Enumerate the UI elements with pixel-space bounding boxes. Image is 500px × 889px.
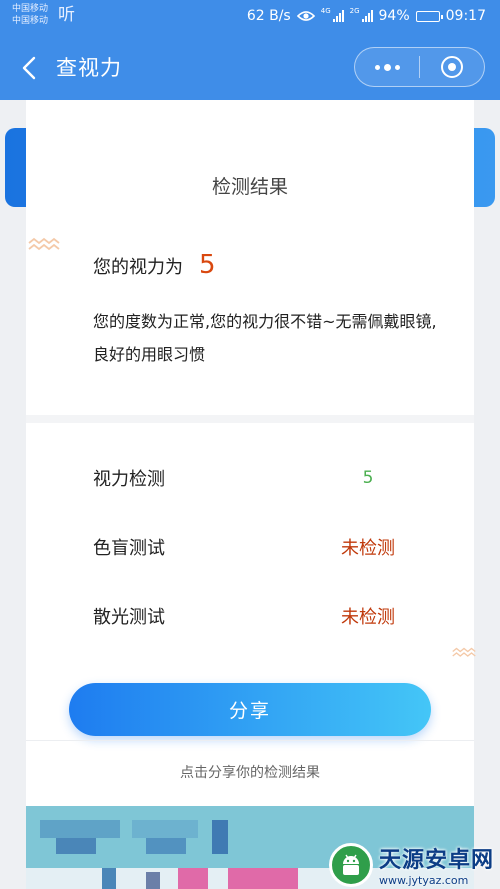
share-hint: 点击分享你的检测结果 xyxy=(180,765,320,781)
miniprogram-capsule xyxy=(354,47,485,87)
watermark-name: 天源安卓网 xyxy=(378,848,494,873)
vision-value: 5 xyxy=(199,250,216,280)
carrier-info: 中国移动 中国移动 听 xyxy=(12,3,75,27)
zigzag-icon xyxy=(28,237,60,251)
status-right: 62 B/s 4G 2G 94% 09:17 xyxy=(246,7,486,25)
signal-icon xyxy=(332,10,344,22)
description-line-2: 良好的用眼习惯 xyxy=(93,345,206,364)
result-card: 检测结果 您的视力为 5 您的度数为正常,您的视力很不错~无需佩戴眼镜, 良好的… xyxy=(26,150,474,415)
more-button[interactable] xyxy=(355,48,419,86)
test-value: 5 xyxy=(362,468,374,488)
ad-blur-block xyxy=(146,872,160,889)
ad-blur-block xyxy=(212,820,228,854)
zigzag-icon xyxy=(452,647,476,657)
battery-icon xyxy=(415,10,443,22)
network-type-1: 4G xyxy=(320,7,331,15)
test-status: 未检测 xyxy=(341,607,395,628)
target-close-icon xyxy=(441,56,463,78)
vision-label: 您的视力为 xyxy=(93,257,183,278)
share-button[interactable]: 分享 xyxy=(69,683,431,736)
more-dots-icon xyxy=(374,63,400,71)
test-label: 视力检测 xyxy=(93,469,165,490)
top-bar: 中国移动 中国移动 听 62 B/s 4G 2G 94% 09:17 查视力 xyxy=(0,0,500,100)
back-button[interactable] xyxy=(16,54,42,82)
carrier-1: 中国移动 xyxy=(12,4,49,14)
clock: 09:17 xyxy=(445,8,486,24)
ad-blur-block xyxy=(146,838,186,854)
test-label: 色盲测试 xyxy=(93,538,165,559)
section-divider xyxy=(26,415,474,423)
hint-divider xyxy=(26,740,474,741)
test-row-color-blind[interactable]: 色盲测试 未检测 xyxy=(93,532,413,562)
carrier-2: 中国移动 xyxy=(12,16,49,26)
test-label: 散光测试 xyxy=(93,607,165,628)
hd-voice-icon: 听 xyxy=(58,5,75,25)
result-description: 您的度数为正常,您的视力很不错~无需佩戴眼镜, 良好的用眼习惯 xyxy=(93,305,478,371)
description-line-1: 您的度数为正常,您的视力很不错~无需佩戴眼镜, xyxy=(93,312,437,331)
vision-result: 您的视力为 5 xyxy=(93,250,216,280)
back-arrow-icon xyxy=(22,56,36,80)
ad-blur-block xyxy=(132,820,198,838)
android-logo-icon xyxy=(328,842,373,887)
network-speed: 62 B/s xyxy=(246,8,291,24)
ad-blur-block xyxy=(102,868,116,889)
page-title: 查视力 xyxy=(56,56,122,80)
result-title: 检测结果 xyxy=(211,176,288,198)
ad-blur-block xyxy=(40,820,120,838)
eye-icon xyxy=(296,11,315,21)
ad-blur-block xyxy=(228,868,298,889)
watermark-url: www.jytyaz.com xyxy=(378,874,469,887)
test-row-vision: 视力检测 5 xyxy=(93,463,413,493)
network-type-2: 2G xyxy=(349,7,360,15)
signal-icon xyxy=(361,10,373,22)
ad-blur-block xyxy=(178,868,208,889)
ad-blur-block xyxy=(56,838,96,854)
battery-percent: 94% xyxy=(378,8,410,24)
close-miniprogram-button[interactable] xyxy=(420,48,484,86)
site-watermark: 天源安卓网 www.jytyaz.com xyxy=(328,842,494,887)
test-status: 未检测 xyxy=(341,538,395,559)
test-row-astigmatism[interactable]: 散光测试 未检测 xyxy=(93,601,413,631)
